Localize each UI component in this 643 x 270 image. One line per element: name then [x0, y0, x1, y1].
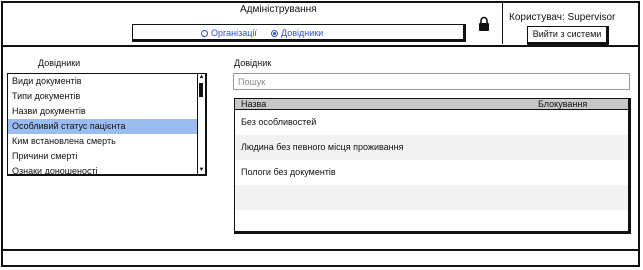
- radio-organizations-label: Організації: [211, 28, 257, 38]
- column-blocking-header[interactable]: Блокування: [538, 99, 587, 109]
- footer-divider: [1, 249, 640, 251]
- directory-title: Довідник: [234, 58, 272, 68]
- radio-directories[interactable]: Довідники: [271, 28, 323, 38]
- directories-title: Довідники: [38, 58, 81, 68]
- current-user-label: Користувач: Supervisor: [509, 12, 616, 23]
- list-item[interactable]: Ознаки доношеності: [8, 164, 205, 174]
- radio-organizations[interactable]: Організації: [201, 28, 257, 38]
- column-name-header[interactable]: Назва: [241, 99, 266, 109]
- lock-icon: [479, 16, 489, 31]
- radio-directories-label: Довідники: [281, 28, 324, 38]
- list-item-selected[interactable]: Особливий статус пацієнта: [8, 119, 205, 134]
- table-row[interactable]: [235, 210, 628, 231]
- directories-list[interactable]: Види документів Типи документів Назви до…: [7, 73, 207, 176]
- search-input[interactable]: [233, 73, 630, 90]
- directory-table: Назва Блокування Без особливостей Людина…: [234, 98, 631, 234]
- list-item[interactable]: Види документів: [8, 74, 205, 89]
- admin-title: Адміністрування: [240, 4, 317, 15]
- list-scrollbar[interactable]: ▲ ▼: [197, 74, 205, 174]
- list-item[interactable]: Причини смерті: [8, 149, 205, 164]
- scroll-down-icon[interactable]: ▼: [198, 167, 205, 174]
- header-separator: [502, 2, 503, 44]
- table-header: Назва Блокування: [235, 99, 628, 110]
- header-divider: [1, 45, 640, 47]
- table-row[interactable]: [235, 185, 628, 210]
- scroll-up-icon[interactable]: ▲: [198, 74, 205, 81]
- logout-button[interactable]: Вийти з системи: [527, 26, 609, 45]
- table-row[interactable]: Людина без певного місця проживання: [235, 135, 628, 160]
- table-row[interactable]: Без особливостей: [235, 110, 628, 135]
- list-item[interactable]: Ким встановлена смерть: [8, 134, 205, 149]
- radio-circle-selected-icon: [271, 29, 278, 37]
- list-item[interactable]: Типи документів: [8, 89, 205, 104]
- section-radio-group: Організації Довідники: [132, 24, 466, 42]
- table-row[interactable]: Пологи без документів: [235, 160, 628, 185]
- radio-circle-icon: [201, 29, 208, 37]
- scroll-thumb[interactable]: [199, 83, 203, 97]
- list-item[interactable]: Назви документів: [8, 104, 205, 119]
